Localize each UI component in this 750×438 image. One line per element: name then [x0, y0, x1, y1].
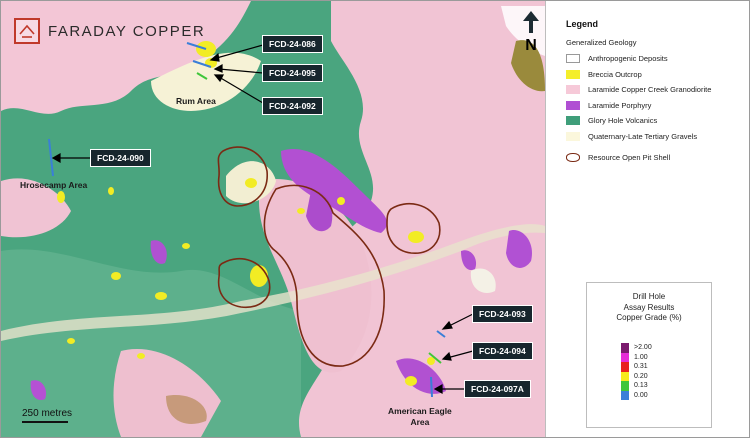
grade-level: 0.00 [621, 390, 652, 400]
legend-item-granodiorite: Laramide Copper Creek Granodiorite [566, 82, 711, 98]
grade-level: 1.00 [621, 352, 652, 362]
grade-swatch [621, 343, 629, 353]
swatch-anthropogenic [566, 54, 580, 64]
swatch-breccia [566, 69, 580, 79]
grade-swatch [621, 390, 629, 400]
callout-fcd-24-092: FCD-24-092 [262, 97, 323, 115]
grade-swatch [621, 362, 629, 372]
north-label: N [525, 37, 537, 54]
grade-title-line-1: Drill Hole [632, 292, 666, 301]
swatch-porphyry [566, 100, 580, 110]
grade-level: 0.31 [621, 362, 652, 372]
legend-item-breccia: Breccia Outcrop [566, 67, 711, 83]
legend-label-breccia: Breccia Outcrop [588, 69, 642, 79]
grade-value: 0.20 [634, 372, 648, 380]
copper-grade-legend: Drill Hole Assay Results Copper Grade (%… [586, 282, 712, 428]
grade-legend-title: Drill Hole Assay Results Copper Grade (%… [587, 292, 711, 324]
legend-item-pit-shell: Resource Open Pit Shell [566, 150, 711, 166]
callout-fcd-24-093: FCD-24-093 [472, 305, 533, 323]
legend-item-gravels: Quaternary-Late Tertiary Gravels [566, 129, 711, 145]
area-label-hrosecamp: Hrosecamp Area [20, 180, 88, 190]
grade-color-scale: >2.00 1.00 0.31 0.20 0.13 0.00 [621, 343, 652, 400]
grade-swatch [621, 381, 629, 391]
swatch-pit-shell [566, 153, 580, 163]
area-label-rum: Rum Area [176, 96, 216, 106]
callout-fcd-24-094: FCD-24-094 [472, 342, 533, 360]
brand-name: FARADAY COPPER [48, 22, 206, 40]
legend-label-volcanics: Glory Hole Volcanics [588, 116, 658, 126]
swatch-volcanics [566, 116, 580, 126]
legend-label-pit-shell: Resource Open Pit Shell [588, 153, 671, 163]
grade-value: 0.00 [634, 391, 648, 399]
grade-title-line-3: Copper Grade (%) [616, 313, 682, 322]
brand-logo: FARADAY COPPER [14, 18, 205, 44]
callout-fcd-24-086: FCD-24-086 [262, 35, 323, 53]
legend-subtitle: Generalized Geology [566, 38, 637, 47]
legend-label-anthropogenic: Anthropogenic Deposits [588, 54, 668, 64]
area-label-american-eagle: American Eagle Area [388, 406, 452, 427]
scale-bar-label: 250 metres [22, 408, 73, 419]
callout-fcd-24-097a: FCD-24-097A [464, 380, 531, 398]
north-arrow: N [520, 10, 542, 55]
legend-label-porphyry: Laramide Porphyry [588, 100, 652, 110]
callout-fcd-24-095: FCD-24-095 [262, 64, 323, 82]
legend-label-gravels: Quaternary-Late Tertiary Gravels [588, 131, 698, 141]
callout-fcd-24-090: FCD-24-090 [90, 149, 151, 167]
grade-swatch [621, 371, 629, 381]
legend-panel: Legend Generalized Geology Anthropogenic… [545, 1, 749, 437]
grade-value: 0.31 [634, 363, 648, 371]
legend-item-volcanics: Glory Hole Volcanics [566, 113, 711, 129]
legend-item-porphyry: Laramide Porphyry [566, 98, 711, 114]
legend-label-granodiorite: Laramide Copper Creek Granodiorite [588, 85, 712, 95]
grade-level: 0.13 [621, 381, 652, 391]
faraday-logo-icon [14, 18, 40, 44]
grade-value: 0.13 [634, 382, 648, 390]
grade-swatch [621, 352, 629, 362]
grade-level: 0.20 [621, 371, 652, 381]
legend-item-anthropogenic: Anthropogenic Deposits [566, 51, 711, 67]
swatch-gravels [566, 131, 580, 141]
grade-value: >2.00 [634, 344, 652, 352]
grade-value: 1.00 [634, 353, 648, 361]
legend-title: Legend [566, 19, 599, 29]
north-arrow-icon [523, 11, 539, 33]
legend-list: Anthropogenic Deposits Breccia Outcrop L… [566, 51, 711, 166]
scale-bar-line [22, 421, 68, 423]
grade-title-line-2: Assay Results [623, 302, 675, 312]
swatch-granodiorite [566, 85, 580, 95]
scale-bar: 250 metres [22, 408, 72, 423]
grade-level: >2.00 [621, 343, 652, 353]
